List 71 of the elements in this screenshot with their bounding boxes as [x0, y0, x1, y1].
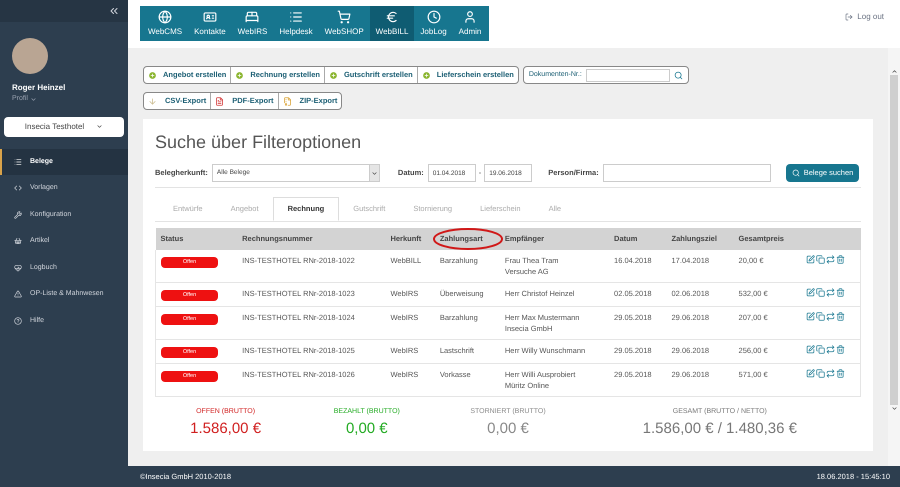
- help-icon: [14, 316, 22, 325]
- trash-icon[interactable]: [836, 369, 845, 378]
- total-amount: 0,00 €: [487, 418, 529, 438]
- repeat-icon[interactable]: [826, 312, 835, 321]
- copy-icon[interactable]: [816, 288, 825, 297]
- search-icon: [792, 169, 800, 177]
- basket-icon: [14, 237, 22, 246]
- edit-icon[interactable]: [806, 345, 815, 354]
- app-nav-item[interactable]: WebCMS: [142, 6, 188, 41]
- app-nav-item[interactable]: WebIRS: [232, 6, 274, 41]
- copy-icon[interactable]: [816, 369, 825, 378]
- trash-icon[interactable]: [836, 255, 845, 264]
- globe-icon: [158, 10, 172, 24]
- scrollbar-thumb[interactable]: [890, 75, 898, 405]
- avatar: [12, 38, 48, 74]
- list-icon: [288, 10, 303, 24]
- logout-icon: [845, 13, 854, 21]
- heart-icon: [14, 264, 22, 272]
- total-amount: 1.586,00 €: [190, 418, 262, 438]
- trash-icon[interactable]: [836, 288, 845, 297]
- total-amount: 0,00 €: [346, 418, 388, 438]
- list-icon: [14, 158, 22, 166]
- repeat-icon[interactable]: [826, 345, 835, 354]
- edit-icon[interactable]: [806, 255, 815, 264]
- repeat-icon[interactable]: [826, 369, 835, 378]
- add-icon: [328, 70, 338, 80]
- copy-icon[interactable]: [816, 345, 825, 354]
- app-nav-item[interactable]: Admin: [452, 6, 488, 41]
- euro-icon: [385, 10, 400, 24]
- edit-icon[interactable]: [806, 312, 815, 321]
- edit-icon[interactable]: [806, 369, 815, 378]
- total-amount: 1.586,00 € / 1.480,36 €: [642, 418, 797, 438]
- add-icon: [422, 70, 431, 80]
- bed-icon: [245, 10, 260, 24]
- download-arrow-icon: [148, 96, 157, 106]
- contact-card-icon: [202, 10, 217, 24]
- add-icon: [148, 70, 157, 80]
- app-nav-item[interactable]: JobLog: [414, 6, 453, 41]
- caret-icon: [370, 170, 378, 176]
- user-icon: [463, 10, 478, 24]
- pdf-file-icon: [215, 96, 224, 106]
- edit-icon[interactable]: [806, 288, 815, 297]
- caret-icon: [30, 96, 37, 103]
- caret-icon: [96, 123, 104, 130]
- app-nav-item[interactable]: Helpdesk: [273, 6, 319, 41]
- collapse-icon[interactable]: [108, 5, 120, 17]
- scroll-up-icon[interactable]: [890, 68, 898, 75]
- warning-icon: [14, 290, 22, 298]
- zip-file-icon: [282, 96, 292, 106]
- code-icon: [14, 184, 22, 192]
- trash-icon[interactable]: [836, 312, 845, 321]
- app-nav-item[interactable]: Kontakte: [188, 6, 232, 41]
- app-nav-item[interactable]: WebSHOP: [318, 6, 370, 41]
- hotel-select[interactable]: Insecia Testhotel: [4, 116, 124, 136]
- repeat-icon[interactable]: [826, 288, 835, 297]
- search-icon[interactable]: [674, 70, 683, 80]
- wrench-icon: [14, 210, 22, 219]
- repeat-icon[interactable]: [826, 255, 835, 264]
- trash-icon[interactable]: [836, 345, 845, 354]
- clock-icon: [426, 10, 441, 24]
- add-icon: [235, 70, 244, 80]
- user-name: Roger Heinzel: [12, 82, 66, 94]
- copy-icon[interactable]: [816, 255, 825, 264]
- cart-icon: [337, 10, 352, 24]
- person-field[interactable]: [602, 164, 771, 182]
- copy-icon[interactable]: [816, 312, 825, 321]
- app-nav-item[interactable]: WebBILL: [370, 6, 414, 41]
- logout-link[interactable]: Log out: [845, 11, 884, 23]
- scroll-down-icon[interactable]: [890, 405, 898, 412]
- page-title: Suche über Filteroptionen: [155, 131, 362, 154]
- document-number-field[interactable]: [586, 68, 670, 82]
